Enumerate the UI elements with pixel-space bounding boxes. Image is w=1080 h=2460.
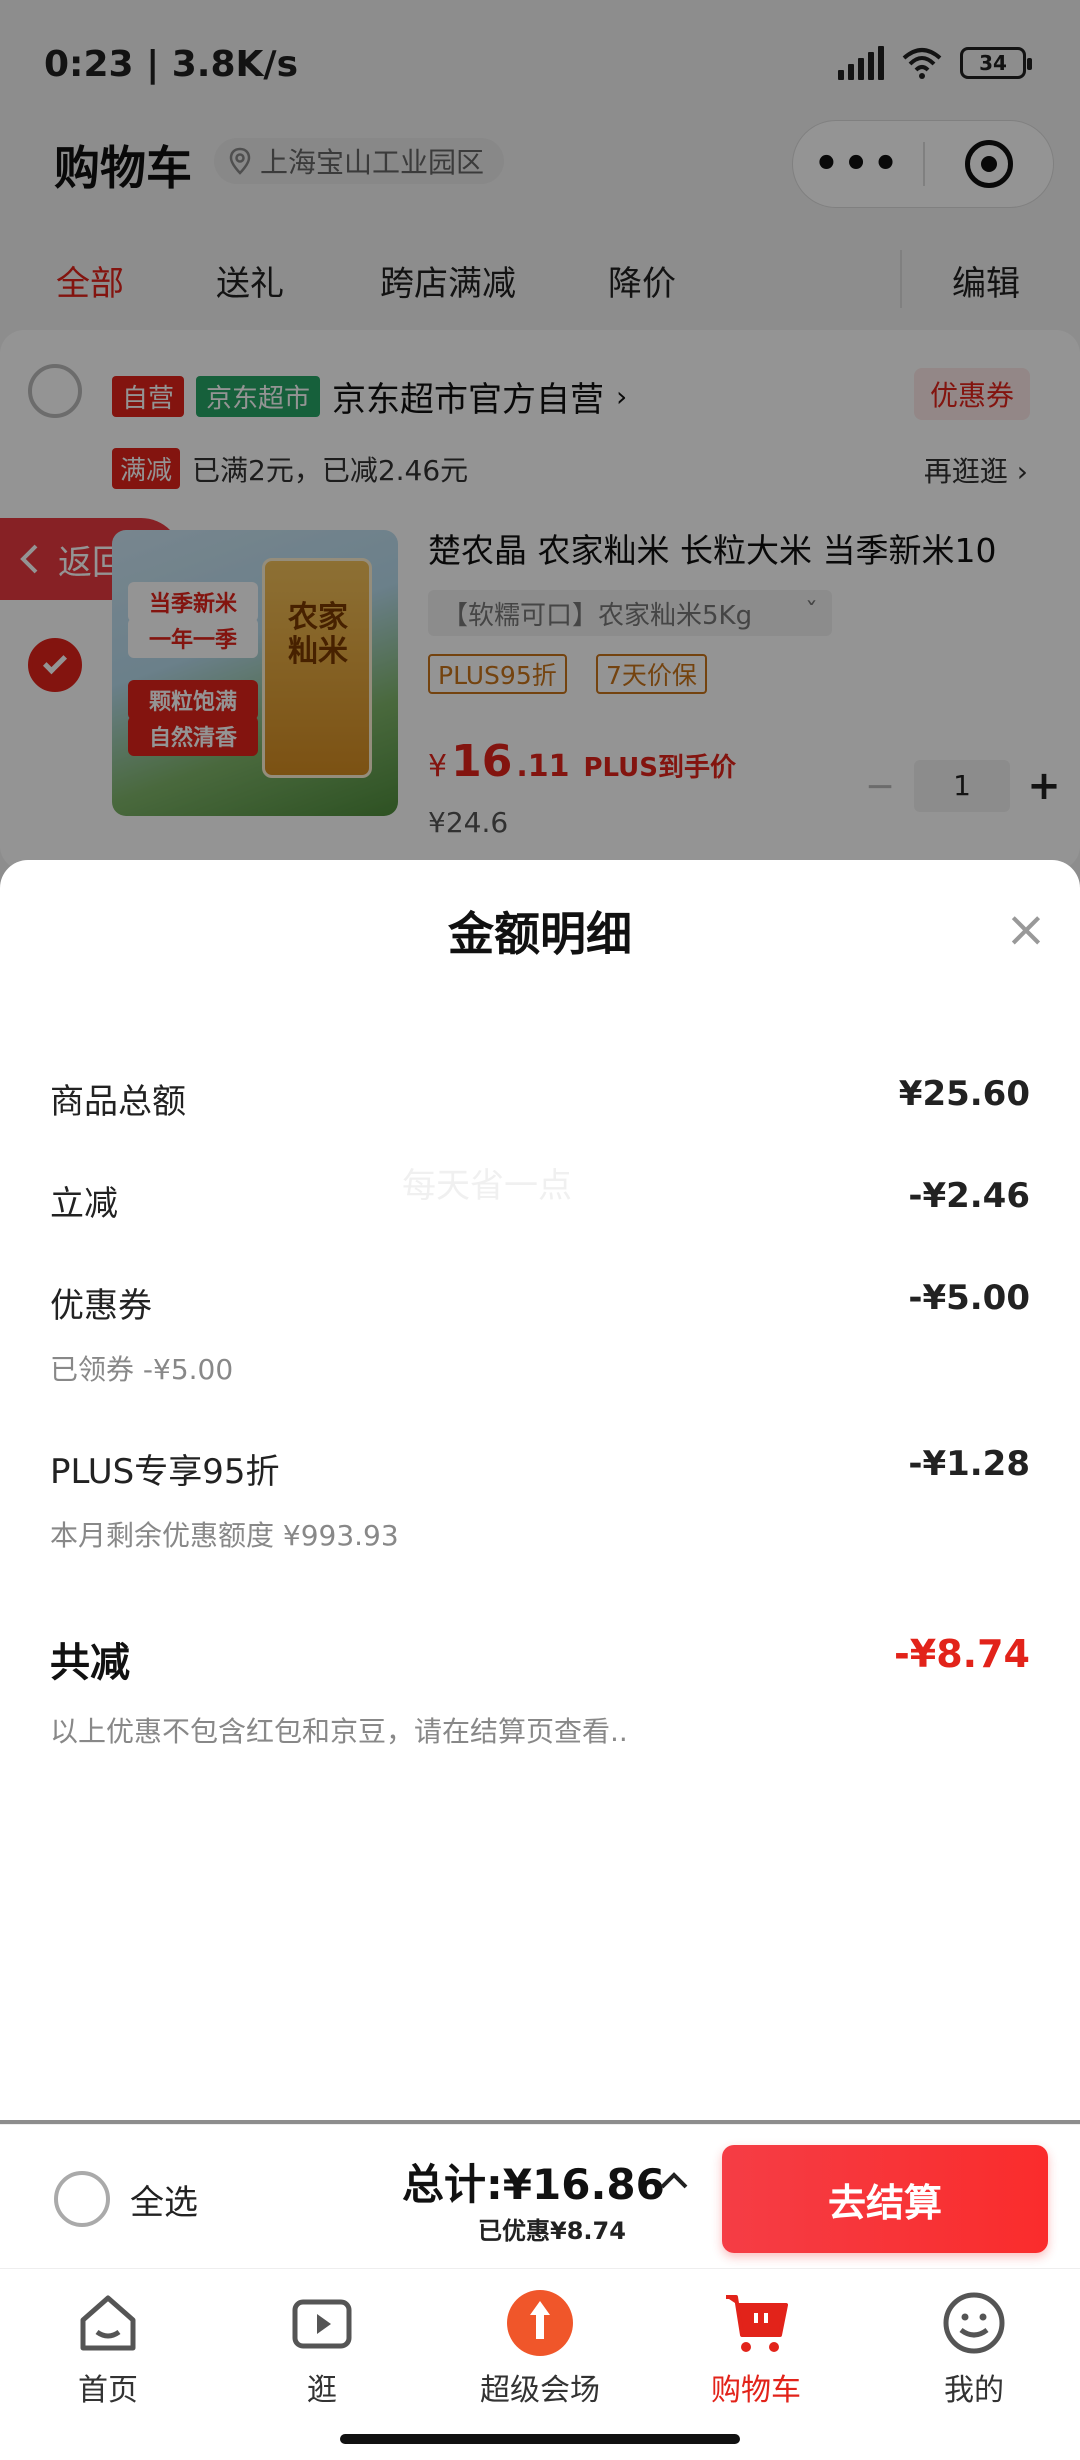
discount-note: 以上优惠不包含红包和京豆，请在结算页查看.. (50, 1715, 628, 1748)
row-value: ¥25.60 (898, 1074, 1030, 1114)
row-label: 优惠券 (50, 1286, 152, 1326)
bottom-tab-bar: 首页 逛 超级会场 购物车 我的 (0, 2268, 1080, 2460)
play-icon (286, 2287, 358, 2359)
watermark-text: 每天省一点 (402, 1166, 572, 1206)
tab-super-venue[interactable]: 超级会场 (460, 2287, 620, 2409)
checkout-button[interactable]: 去结算 (722, 2145, 1048, 2253)
tab-browse[interactable]: 逛 (242, 2287, 402, 2409)
venue-icon (504, 2287, 576, 2359)
total-discount-value: -¥8.74 (894, 1632, 1030, 1676)
row-sub: 本月剩余优惠额度 ¥993.93 (50, 1519, 399, 1552)
row-label: PLUS专享95折 (50, 1452, 280, 1492)
home-icon (72, 2287, 144, 2359)
smile-icon (938, 2287, 1010, 2359)
tab-cart[interactable]: 购物车 (676, 2287, 836, 2409)
total-price: 总计:¥16.86 (402, 2160, 665, 2209)
close-icon[interactable]: × (998, 904, 1054, 960)
chevron-up-icon[interactable] (656, 2163, 692, 2199)
row-sub: 已领券 -¥5.00 (50, 1353, 234, 1386)
tab-home[interactable]: 首页 (28, 2287, 188, 2409)
select-all-checkbox[interactable] (54, 2171, 110, 2227)
tab-label: 超级会场 (480, 2373, 600, 2408)
home-indicator[interactable] (340, 2434, 740, 2444)
row-label: 商品总额 (50, 1082, 186, 1122)
row-value: -¥1.28 (908, 1444, 1030, 1484)
total-discount-label: 共减 (50, 1640, 130, 1686)
row-value: -¥5.00 (908, 1278, 1030, 1318)
amount-detail-sheet: 金额明细 × 每天省一点 商品总额 ¥25.60 立减 -¥2.46 优惠券 -… (0, 860, 1080, 2120)
saved-amount: 已优惠¥8.74 (478, 2217, 626, 2245)
sheet-title: 金额明细 (448, 907, 632, 961)
tab-label: 购物车 (711, 2373, 801, 2408)
tab-mine[interactable]: 我的 (894, 2287, 1054, 2409)
cart-icon (720, 2287, 792, 2359)
tab-label: 首页 (78, 2373, 138, 2408)
tab-label: 我的 (944, 2373, 1004, 2408)
row-value: -¥2.46 (908, 1176, 1030, 1216)
select-all-label[interactable]: 全选 (130, 2175, 198, 2224)
row-label: 立减 (50, 1184, 118, 1224)
checkout-bar: 全选 总计:¥16.86 已优惠¥8.74 去结算 (0, 2124, 1080, 2268)
tab-label: 逛 (307, 2373, 337, 2408)
